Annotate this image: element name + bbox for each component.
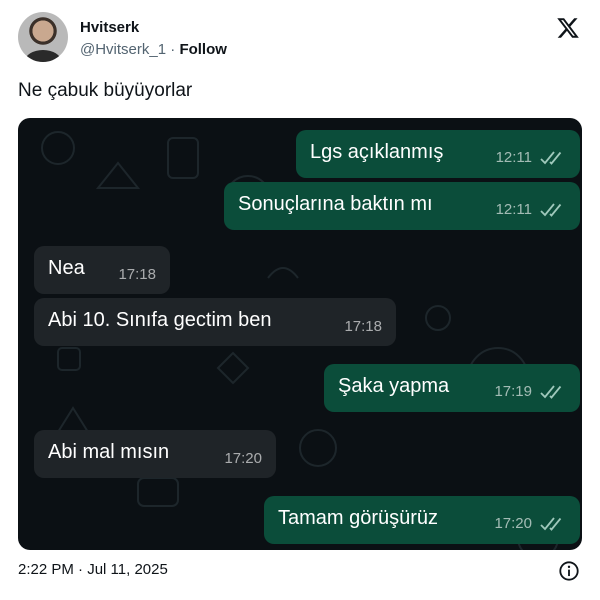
double-check-icon [540, 151, 562, 165]
message-bubble-outgoing[interactable]: Lgs açıklanmış 12:11 [296, 130, 580, 178]
message-time: 12:11 [495, 201, 532, 218]
message-bubble-outgoing[interactable]: Şaka yapma 17:19 [324, 364, 580, 412]
author-handle-row: @Hvitserk_1 · Follow [80, 41, 227, 58]
author-handle[interactable]: @Hvitserk_1 [80, 41, 166, 58]
message-text: Şaka yapma [338, 375, 450, 397]
tweet-header: Hvitserk @Hvitserk_1 · Follow [18, 12, 582, 64]
message-time: 17:18 [118, 266, 156, 283]
info-icon[interactable] [558, 560, 580, 582]
message-text: Lgs açıklanmış [310, 141, 444, 163]
double-check-icon [540, 385, 562, 399]
message-text: Abi mal mısın [48, 441, 170, 463]
author-name[interactable]: Hvitserk [80, 19, 139, 36]
tweet-footer: 2:22 PM · Jul 11, 2025 [18, 561, 582, 583]
message-time: 17:18 [344, 318, 382, 335]
tweet-text: Ne çabuk büyüyorlar [18, 80, 193, 101]
message-bubble-incoming[interactable]: Abi mal mısın 17:20 [34, 430, 276, 478]
author-avatar[interactable] [18, 12, 68, 62]
double-check-icon [540, 203, 562, 217]
message-time: 17:20 [224, 450, 262, 467]
chat-screenshot-image[interactable]: Lgs açıklanmış 12:11 Sonuçlarına baktın … [18, 118, 582, 550]
message-text: Sonuçlarına baktın mı [238, 193, 433, 215]
message-text: Abi 10. Sınıfa gectim ben [48, 309, 272, 331]
handle-separator: · [166, 41, 180, 58]
message-bubble-incoming[interactable]: Abi 10. Sınıfa gectim ben 17:18 [34, 298, 396, 346]
message-time: 12:11 [495, 149, 532, 166]
follow-button[interactable]: Follow [179, 41, 227, 58]
message-time: 17:19 [494, 383, 532, 400]
message-bubble-incoming[interactable]: Nea 17:18 [34, 246, 170, 294]
x-logo-icon[interactable] [556, 16, 580, 40]
tweet-timestamp[interactable]: 2:22 PM · Jul 11, 2025 [18, 561, 168, 578]
double-check-icon [540, 517, 562, 531]
message-text: Nea [48, 257, 85, 279]
message-time: 17:20 [494, 515, 532, 532]
message-text: Tamam görüşürüz [278, 507, 439, 529]
message-bubble-outgoing[interactable]: Tamam görüşürüz 17:20 [264, 496, 580, 544]
message-bubble-outgoing[interactable]: Sonuçlarına baktın mı 12:11 [224, 182, 580, 230]
